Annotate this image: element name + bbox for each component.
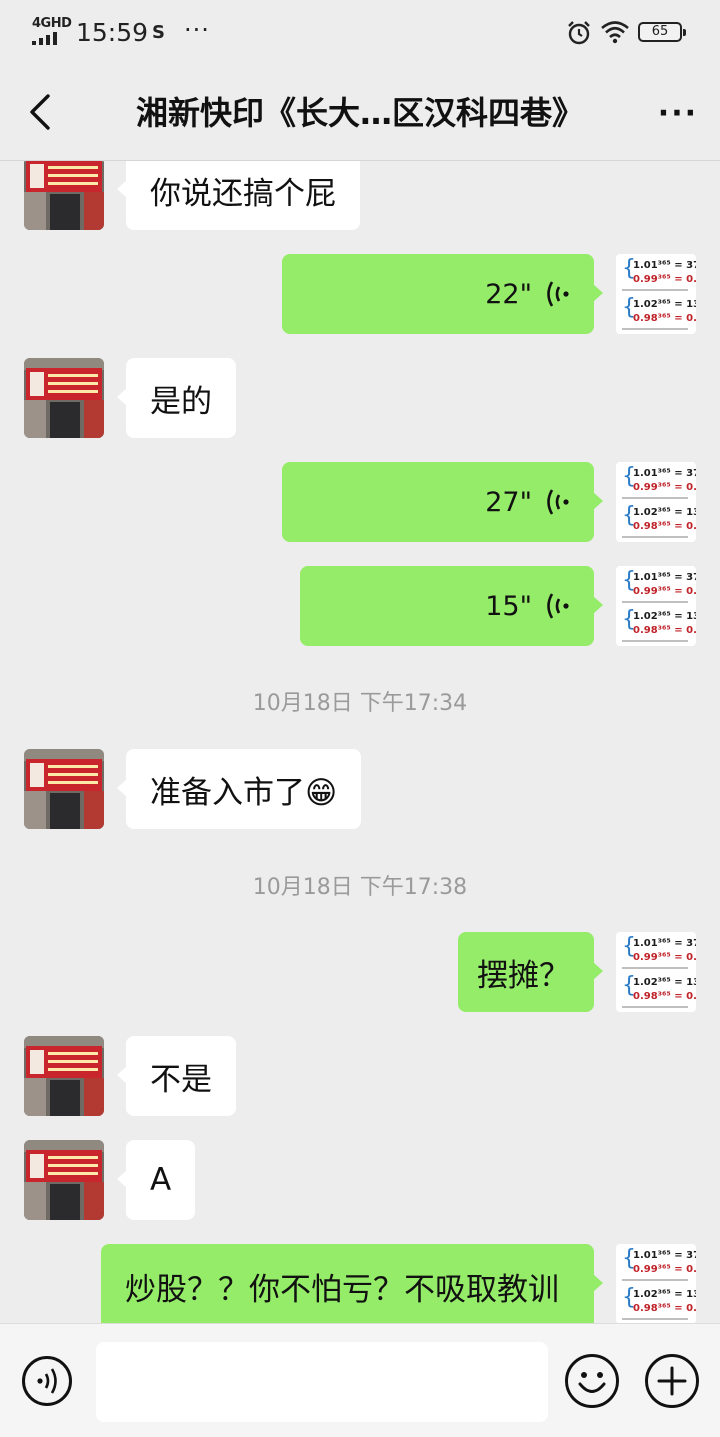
message-bubble-outgoing[interactable]: 摆摊？	[458, 932, 603, 1012]
message-text: 不是	[150, 1061, 212, 1098]
message-bubble-incoming[interactable]: 你说还搞个屁	[117, 161, 360, 230]
wifi-icon	[601, 21, 629, 44]
contact-avatar[interactable]	[24, 1140, 104, 1220]
message-bubble-outgoing[interactable]: 炒股？？你不怕亏？不吸取教训	[101, 1244, 603, 1323]
message-text: 你说还搞个屁	[150, 175, 336, 212]
message-text: 是的	[150, 383, 212, 420]
add-more-button[interactable]	[644, 1353, 700, 1409]
voice-message-bubble[interactable]: 15"	[300, 566, 603, 646]
voice-wave-icon	[547, 489, 569, 515]
my-avatar[interactable]: { 1.01³⁶⁵ = 37.8 0.99³⁶⁵ = 0.03 { 1.02³⁶…	[616, 566, 696, 646]
voice-message-bubble[interactable]: 22"	[282, 254, 603, 334]
message-text: 摆摊？	[477, 957, 570, 994]
contact-avatar[interactable]	[24, 749, 104, 829]
my-avatar[interactable]: { 1.01³⁶⁵ = 37.8 0.99³⁶⁵ = 0.03 { 1.02³⁶…	[616, 462, 696, 542]
message-bubble-incoming[interactable]: 是的	[117, 358, 236, 438]
contact-avatar[interactable]	[24, 1036, 104, 1116]
message-bubble-incoming[interactable]: 不是	[117, 1036, 236, 1116]
signal-icon: 4GHD	[30, 16, 72, 45]
voice-duration: 22"	[485, 278, 532, 310]
alarm-icon	[568, 21, 590, 45]
my-avatar[interactable]: { 1.01³⁶⁵ = 37.8 0.99³⁶⁵ = 0.03 { 1.02³⁶…	[616, 254, 696, 334]
message-timestamp: 10月18日 下午17:38	[252, 875, 468, 900]
my-avatar[interactable]: { 1.01³⁶⁵ = 37.8 0.99³⁶⁵ = 0.03 { 1.02³⁶…	[616, 1244, 696, 1323]
chat-header: 湘新快印《长大…区汉科四巷》 ···	[0, 66, 720, 161]
voice-wave-icon	[547, 593, 569, 619]
emoji-button[interactable]	[564, 1353, 620, 1409]
contact-avatar[interactable]	[24, 358, 104, 438]
my-avatar[interactable]: { 1.01³⁶⁵ = 37.8 0.99³⁶⁵ = 0.03 { 1.02³⁶…	[616, 932, 696, 1012]
clock: 15:59	[76, 18, 149, 47]
message-bubble-incoming[interactable]: 准备入市了😁	[116, 749, 362, 829]
message-list[interactable]: 你说还搞个屁 22" { 1.01³⁶⁵ = 37.8 0.99³⁶⁵ = 0.…	[0, 161, 720, 1323]
chat-input-bar	[0, 1323, 720, 1437]
chat-title: 湘新快印《长大…区汉科四巷》	[135, 94, 584, 132]
message-bubble-incoming[interactable]: A	[116, 1140, 196, 1220]
voice-wave-icon	[547, 281, 569, 307]
status-bar: 4GHD 15:59 S ··· 65	[0, 0, 720, 66]
back-button[interactable]	[22, 90, 62, 134]
contact-avatar[interactable]	[24, 161, 104, 230]
message-input[interactable]	[96, 1342, 548, 1422]
voice-duration: 27"	[485, 486, 532, 518]
notification-icon: S	[152, 22, 165, 43]
network-type: 4GHD	[32, 16, 72, 31]
battery-icon: 65	[638, 22, 686, 42]
more-options-button[interactable]: ···	[658, 96, 698, 131]
message-text: A	[150, 1162, 172, 1198]
more-notifications-icon: ···	[184, 16, 210, 44]
voice-input-button[interactable]	[21, 1355, 73, 1407]
voice-duration: 15"	[485, 590, 532, 622]
message-text: 准备入市了😁	[150, 774, 338, 811]
message-text: 炒股？？你不怕亏？不吸取教训	[125, 1272, 559, 1308]
voice-message-bubble[interactable]: 27"	[282, 462, 603, 542]
message-timestamp: 10月18日 下午17:34	[252, 691, 468, 716]
